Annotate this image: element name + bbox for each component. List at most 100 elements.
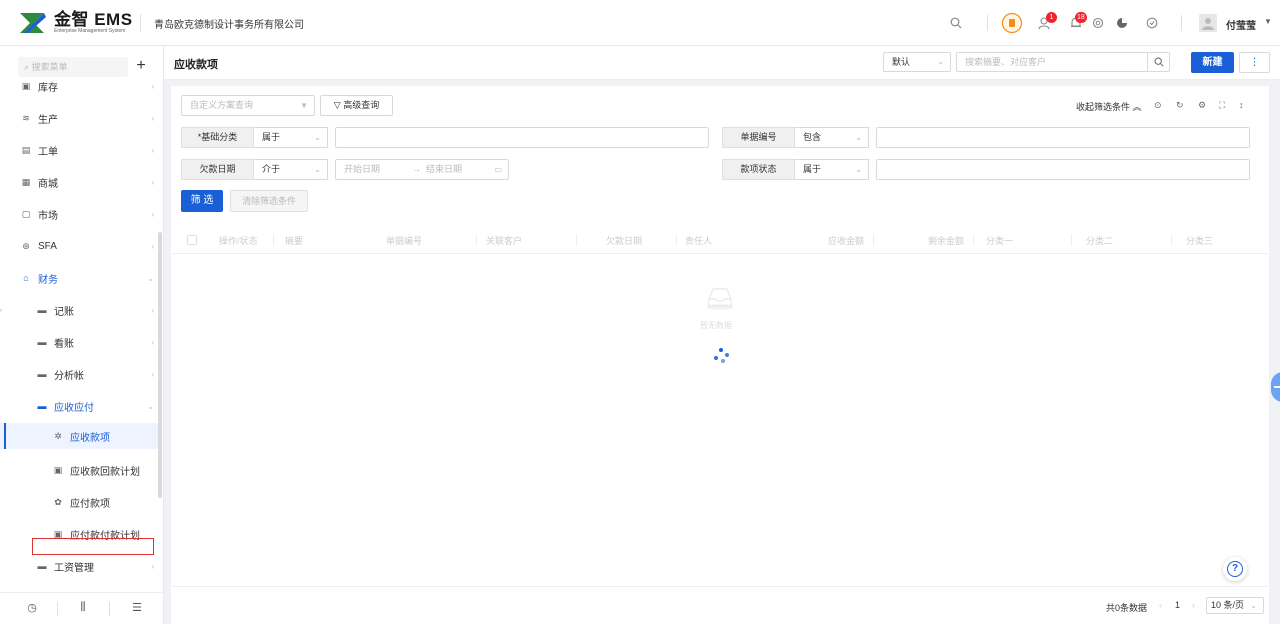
filter-op-due-date[interactable]: 介于 ⌄ [254,159,328,180]
column-header[interactable]: 分类三 [1186,234,1213,247]
pie-chart-icon[interactable] [1110,10,1134,36]
filter-op-status[interactable]: 属于 ⌄ [795,159,869,180]
filter-op-category[interactable]: 属于 ⌄ [254,127,328,148]
sidebar-item-receivable-payable[interactable]: ▬ 应收应付 ⌄ [0,391,158,421]
sidebar-item-bookkeeping[interactable]: ▬ 记账 › [0,295,158,325]
filter-input-category[interactable] [335,127,709,148]
view-select[interactable]: 默认 ⌄ [883,52,951,72]
column-header[interactable]: 剩余金额 [928,234,964,247]
user-name[interactable]: 付莹莹 [1226,17,1256,32]
column-header[interactable]: 应收金额 [828,234,864,247]
divider [109,602,110,616]
top-bar: 金智 EMS Enterprise Management System 青岛欧克… [0,0,1280,46]
empty-inbox-icon [705,285,735,311]
column-header[interactable]: 摘要 [285,234,303,247]
date-range-input[interactable]: 开始日期 → 结束日期 ▭ [335,159,509,180]
column-header[interactable]: 分类二 [1086,234,1113,247]
end-date-placeholder: 结束日期 [426,164,463,174]
user-avatar[interactable] [1199,14,1217,32]
sidebar-item-market[interactable]: ▢ 市场 › [0,199,158,229]
column-header[interactable]: 关联客户 [486,234,522,247]
filter-op-value: 包含 [803,132,822,142]
chevron-right-icon: › [151,145,154,155]
column-height-icon[interactable]: ↕ [1239,100,1244,110]
app-logo[interactable]: 金智 EMS Enterprise Management System [18,10,133,36]
settings-icon[interactable]: ⚙ [1198,100,1206,111]
column-header[interactable]: 单据编号 [386,234,422,247]
sidebar-item-sfa[interactable]: ⊛ SFA › [0,231,158,261]
production-icon: ≋ [22,112,30,123]
filter-input-doc-number[interactable] [876,127,1250,148]
advanced-query-button[interactable]: ▽ 高级查询 [320,95,393,116]
play-icon[interactable]: ⊙ [1154,100,1162,111]
select-all-checkbox[interactable] [187,235,197,245]
filter-button[interactable]: 筛 选 [181,190,223,212]
settings-icon[interactable] [1086,10,1110,36]
column-header[interactable]: 欠款日期 [606,234,642,247]
sidebar-item-label: 应收款回款计划 [70,466,140,478]
sidebar-item-inventory[interactable]: ▣ 库存 › [0,73,158,99]
fullscreen-icon[interactable]: ⛶ [1219,100,1225,111]
search-icon: ⌕ [24,62,32,72]
sidebar-item-label: 工单 [38,146,58,158]
sidebar-item-receivables[interactable]: ✲ 应收款项 [0,423,158,449]
chevron-right-icon: › [151,209,154,219]
clear-filters-button[interactable]: 清除筛选条件 [230,190,308,212]
column-header[interactable]: 操作/状态 [219,234,258,247]
collapse-filters-toggle[interactable]: 收起筛选条件 ︽ [1076,100,1142,113]
more-button[interactable]: ⋮ [1239,52,1270,73]
search-placeholder: 搜索摘要、对应客户 [965,57,1047,67]
gear-icon: ✿ [54,496,62,507]
next-page-icon[interactable]: › [1192,600,1195,610]
collapse-menu-icon[interactable]: ☰ [127,601,147,617]
column-header[interactable]: 责任人 [685,234,712,247]
column-divider [273,234,274,246]
search-input[interactable]: 搜索摘要、对应客户 [956,52,1170,72]
sidebar-item-workorder[interactable]: ▤ 工单 › [0,135,158,165]
history-icon[interactable]: ◷ [22,601,42,617]
folder-icon: ▬ [37,561,47,571]
search-icon[interactable] [1147,53,1169,71]
divider [57,602,58,616]
side-drawer-tab[interactable] [1271,372,1280,402]
column-header[interactable]: 分类一 [986,234,1013,247]
filter-input-status[interactable] [876,159,1250,180]
sidebar-item-finance[interactable]: ⌂ 财务 ⌄ [0,263,158,293]
mall-icon: ▦ [21,176,31,187]
help-button[interactable]: ? [1223,557,1247,581]
filter-settings-icon[interactable]: ⫼ [73,601,93,617]
sidebar-item-analysis[interactable]: ▬ 分析帐 › [0,359,158,389]
saved-query-select[interactable]: 自定义方案查询 ▼ [181,95,315,116]
filter-op-value: 属于 [262,132,281,142]
filter-op-doc-number[interactable]: 包含 ⌄ [795,127,869,148]
column-divider [1171,234,1172,246]
sidebar-item-mall[interactable]: ▦ 商城 › [0,167,158,197]
shield-icon[interactable] [1140,10,1164,36]
sidebar-item-receivable-plan[interactable]: ▣ 应收款回款计划 [0,455,158,485]
sidebar-item-view-accounts[interactable]: ▬ 看账 › [0,327,158,357]
collapse-handle-icon[interactable]: › [0,308,2,314]
sidebar-item-payables[interactable]: ✿ 应付款项 [0,487,158,517]
search-icon[interactable] [944,10,968,36]
topbar-divider [140,14,141,32]
sidebar-scrollbar[interactable] [158,232,162,498]
refresh-icon[interactable]: ↻ [1176,100,1184,111]
filter-label-category: *基础分类 [181,127,254,148]
topbar-divider [1181,15,1182,31]
folder-icon: ▬ [37,337,47,347]
message-icon[interactable]: 1 [1032,10,1057,36]
column-divider [576,234,577,246]
folder-icon: ▬ [37,401,47,411]
chevron-down-icon[interactable]: ▼ [1264,17,1272,26]
prev-page-icon[interactable]: ‹ [1159,600,1162,610]
message-badge: 1 [1046,12,1057,23]
menu-search-placeholder: 搜索菜单 [31,62,68,72]
page-size-select[interactable]: 10 条/页 ⌄ [1206,597,1264,614]
bell-icon[interactable]: 18 [1064,10,1088,36]
sidebar-item-payroll[interactable]: ▬ 工资管理 › [0,551,158,581]
sidebar-item-label: 应收款项 [70,432,110,444]
sidebar-item-production[interactable]: ≋ 生产 › [0,103,158,133]
plugin-icon[interactable] [1000,10,1024,36]
page-number[interactable]: 1 [1175,600,1180,610]
new-button[interactable]: 新建 [1191,52,1234,73]
